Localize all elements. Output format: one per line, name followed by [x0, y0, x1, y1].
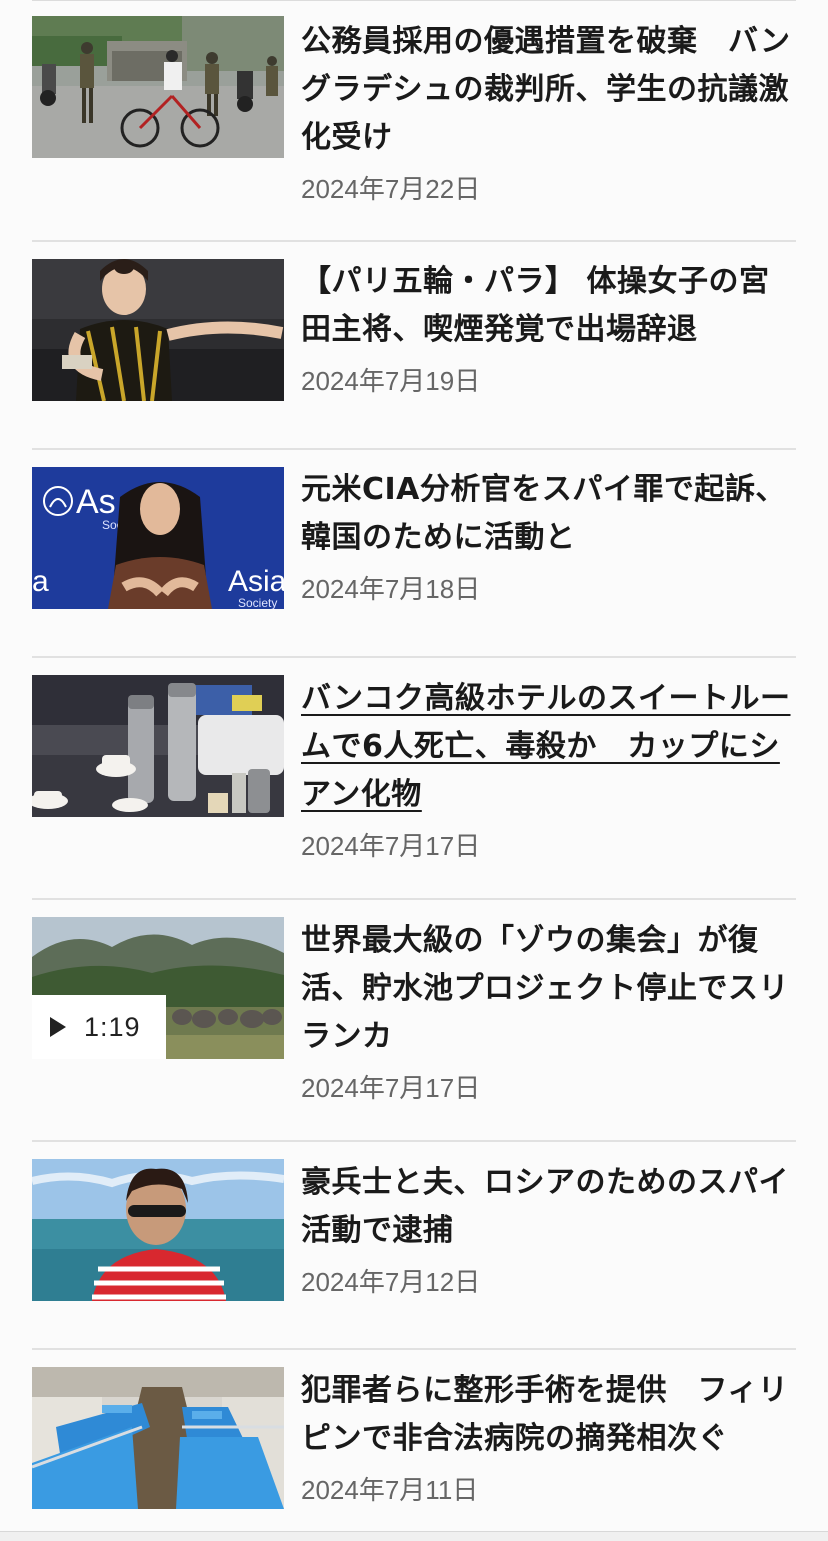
article-thumbnail[interactable]: 1:19	[32, 917, 284, 1059]
article-thumbnail[interactable]	[32, 1159, 284, 1301]
article-headline[interactable]: 世界最大級の「ゾウの集会」が復活、貯水池プロジェクト停止でスリランカ	[301, 917, 796, 1061]
article-text: 世界最大級の「ゾウの集会」が復活、貯水池プロジェクト停止でスリランカ 2024年…	[301, 917, 796, 1105]
article-text: 豪兵士と夫、ロシアのためのスパイ活動で逮捕 2024年7月12日	[301, 1159, 796, 1299]
article-thumbnail[interactable]: As Soci Asia Society a	[32, 467, 284, 609]
article-date: 2024年7月22日	[301, 174, 481, 204]
article-item[interactable]: 【パリ五輪・パラ】 体操女子の宮田主将、喫煙発覚で出場辞退 2024年7月19日	[32, 258, 796, 450]
article-date: 2024年7月17日	[301, 1073, 481, 1103]
bottom-edge	[0, 1531, 828, 1541]
article-item[interactable]: 1:19 世界最大級の「ゾウの集会」が復活、貯水池プロジェクト停止でスリランカ …	[32, 916, 796, 1142]
play-icon	[50, 1017, 66, 1037]
article-thumbnail[interactable]	[32, 1367, 284, 1509]
svg-text:a: a	[32, 565, 49, 598]
article-item[interactable]: バンコク高級ホテルのスイートルームで6人死亡、毒殺か カップにシアン化物 202…	[32, 674, 796, 900]
article-text: 公務員採用の優遇措置を破棄 バングラデシュの裁判所、学生の抗議激化受け 2024…	[301, 18, 796, 206]
video-duration-badge[interactable]: 1:19	[32, 995, 166, 1059]
article-item[interactable]: 公務員採用の優遇措置を破棄 バングラデシュの裁判所、学生の抗議激化受け 2024…	[32, 16, 796, 242]
article-item[interactable]: 豪兵士と夫、ロシアのためのスパイ活動で逮捕 2024年7月12日	[32, 1158, 796, 1350]
article-date: 2024年7月11日	[301, 1475, 479, 1505]
article-date: 2024年7月17日	[301, 831, 481, 861]
article-headline[interactable]: 犯罪者らに整形手術を提供 フィリピンで非合法病院の摘発相次ぐ	[301, 1367, 796, 1463]
article-text: 【パリ五輪・パラ】 体操女子の宮田主将、喫煙発覚で出場辞退 2024年7月19日	[301, 258, 796, 398]
article-text: 犯罪者らに整形手術を提供 フィリピンで非合法病院の摘発相次ぐ 2024年7月11…	[301, 1367, 796, 1507]
article-item[interactable]: 犯罪者らに整形手術を提供 フィリピンで非合法病院の摘発相次ぐ 2024年7月11…	[32, 1366, 796, 1531]
divider	[32, 0, 796, 1]
svg-text:Society: Society	[238, 596, 277, 609]
article-date: 2024年7月19日	[301, 366, 481, 396]
asia-society-logo: As	[76, 483, 116, 521]
article-text: 元米CIA分析官をスパイ罪で起訴、韓国のために活動と 2024年7月18日	[301, 466, 796, 606]
article-date: 2024年7月12日	[301, 1267, 481, 1297]
article-item[interactable]: As Soci Asia Society a 元米CIA分析官をスパイ罪で起訴、…	[32, 466, 796, 658]
article-text: バンコク高級ホテルのスイートルームで6人死亡、毒殺か カップにシアン化物 202…	[301, 675, 796, 863]
article-list: 公務員採用の優遇措置を破棄 バングラデシュの裁判所、学生の抗議激化受け 2024…	[0, 0, 828, 1541]
article-thumbnail[interactable]	[32, 675, 284, 817]
article-thumbnail[interactable]	[32, 16, 284, 158]
article-date: 2024年7月18日	[301, 574, 481, 604]
article-headline[interactable]: 豪兵士と夫、ロシアのためのスパイ活動で逮捕	[301, 1159, 796, 1255]
video-duration: 1:19	[84, 1011, 141, 1042]
article-headline[interactable]: 【パリ五輪・パラ】 体操女子の宮田主将、喫煙発覚で出場辞退	[301, 258, 796, 354]
article-headline[interactable]: 元米CIA分析官をスパイ罪で起訴、韓国のために活動と	[301, 466, 796, 562]
svg-text:Asia: Asia	[228, 565, 284, 598]
article-headline[interactable]: 公務員採用の優遇措置を破棄 バングラデシュの裁判所、学生の抗議激化受け	[301, 18, 796, 162]
article-thumbnail[interactable]	[32, 259, 284, 401]
article-headline[interactable]: バンコク高級ホテルのスイートルームで6人死亡、毒殺か カップにシアン化物	[301, 675, 796, 819]
